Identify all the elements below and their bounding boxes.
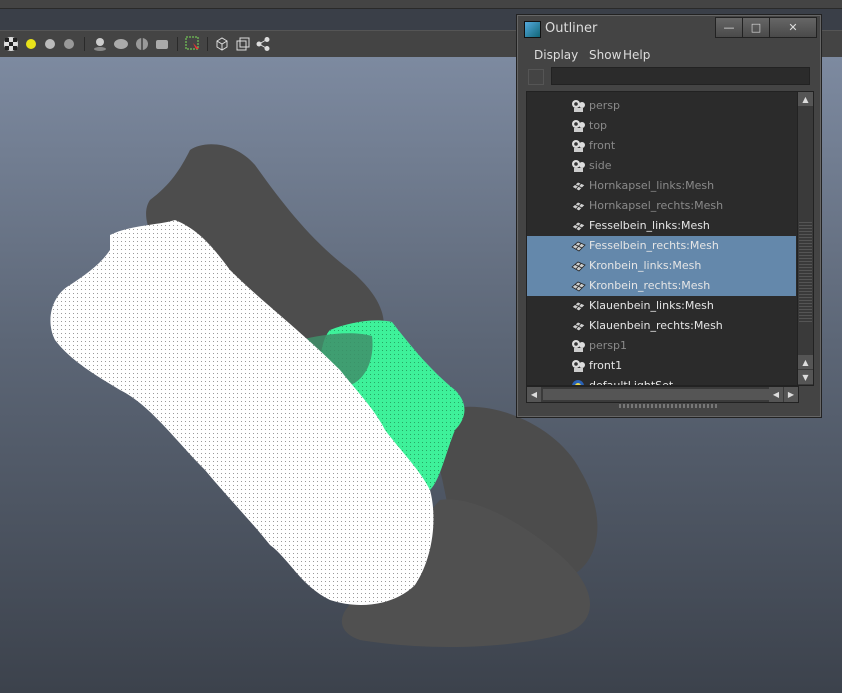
outliner-item-label: Klauenbein_links:Mesh [589, 299, 714, 312]
filter-icon[interactable] [528, 69, 544, 85]
outliner-item[interactable]: defaultLightSet [527, 376, 796, 386]
camera-icon [571, 339, 586, 353]
outliner-item-label: Kronbein_links:Mesh [589, 259, 702, 272]
outliner-item-label: Klauenbein_rechts:Mesh [589, 319, 723, 332]
mesh-icon [571, 219, 586, 233]
outliner-item-label: defaultLightSet [589, 379, 674, 386]
outliner-item-label: Kronbein_rechts:Mesh [589, 279, 711, 292]
maximize-button[interactable]: □ [742, 17, 770, 38]
scroll-down-arrow-top[interactable]: ▲ [798, 355, 813, 369]
scroll-down-button[interactable]: ▼ [798, 370, 813, 384]
camera-icon [571, 99, 586, 113]
outliner-item-label: Fesselbein_links:Mesh [589, 219, 710, 232]
camera-icon [571, 159, 586, 173]
outliner-window[interactable]: Outliner — □ ✕ Display Show Help persp to… [516, 14, 822, 418]
outliner-item[interactable]: Klauenbein_rechts:Mesh [527, 316, 796, 336]
outliner-item-label: persp1 [589, 339, 627, 352]
xray-active-icon[interactable] [255, 36, 271, 52]
outliner-item[interactable]: Kronbein_rechts:Mesh [527, 276, 796, 296]
filter-input[interactable] [551, 67, 810, 85]
checker-shading-icon[interactable] [3, 36, 19, 52]
outliner-item[interactable]: side [527, 156, 796, 176]
resize-grip[interactable] [619, 404, 719, 408]
xray-joints-icon[interactable] [235, 36, 251, 52]
outliner-title: Outliner [545, 21, 598, 36]
outliner-item[interactable]: top [527, 116, 796, 136]
outliner-item[interactable]: Klauenbein_links:Mesh [527, 296, 796, 316]
vertical-scrollbar[interactable]: ▲ ▲ ▼ [797, 91, 814, 386]
horizontal-scrollbar[interactable]: ◀ ◀ ▶ [526, 386, 799, 403]
outliner-item[interactable]: Hornkapsel_links:Mesh [527, 176, 796, 196]
outliner-menubar: Display Show Help [523, 45, 813, 65]
camera-icon [571, 359, 586, 373]
outliner-item-label: Fesselbein_rechts:Mesh [589, 239, 719, 252]
outliner-list[interactable]: persp top front side Hornkapsel_links:Mesh Ho… [526, 91, 799, 386]
mesh-icon [571, 179, 586, 193]
outliner-item[interactable]: front1 [527, 356, 796, 376]
default-light-icon[interactable] [23, 36, 39, 52]
camera-icon [571, 139, 586, 153]
menu-help[interactable]: Help [623, 48, 650, 62]
screen-ao-icon[interactable] [113, 36, 129, 52]
mesh-icon [571, 279, 586, 293]
scroll-thumb[interactable] [799, 222, 812, 322]
outliner-item[interactable]: persp [527, 96, 796, 116]
outliner-item[interactable]: front [527, 136, 796, 156]
outliner-titlebar[interactable]: Outliner — □ ✕ [517, 15, 821, 41]
menu-display[interactable]: Display [534, 48, 578, 62]
camera-icon [571, 119, 586, 133]
outliner-item-label: Hornkapsel_links:Mesh [589, 179, 715, 192]
shadows-icon[interactable] [92, 36, 108, 52]
outliner-item-label: front1 [589, 359, 623, 372]
mesh-icon [571, 199, 586, 213]
mesh-icon [571, 299, 586, 313]
minimize-button[interactable]: — [715, 17, 743, 38]
outliner-item[interactable]: Kronbein_links:Mesh [527, 256, 796, 276]
close-button[interactable]: ✕ [769, 17, 817, 38]
outliner-item-label: persp [589, 99, 620, 112]
scroll-left-button[interactable]: ◀ [527, 387, 541, 402]
outliner-filter-bar [525, 67, 814, 87]
outliner-item-label: front [589, 139, 616, 152]
outliner-item[interactable]: Hornkapsel_rechts:Mesh [527, 196, 796, 216]
menu-show[interactable]: Show [589, 48, 621, 62]
light-set-icon [571, 379, 586, 385]
outliner-item[interactable]: Fesselbein_rechts:Mesh [527, 236, 796, 256]
outliner-item-label: side [589, 159, 612, 172]
outliner-item-label: top [589, 119, 608, 132]
motion-blur-icon[interactable] [134, 36, 150, 52]
outliner-item-label: Hornkapsel_rechts:Mesh [589, 199, 724, 212]
scroll-left-button-2[interactable]: ◀ [769, 387, 783, 402]
mesh-icon [571, 239, 586, 253]
maya-app-icon [524, 21, 541, 38]
multisample-icon[interactable] [154, 36, 170, 52]
all-lights-icon[interactable] [61, 36, 77, 52]
mesh-icon [571, 259, 586, 273]
outliner-item[interactable]: persp1 [527, 336, 796, 356]
top-strip [0, 0, 842, 9]
isolate-select-icon[interactable] [185, 36, 201, 52]
hscroll-thumb[interactable] [543, 389, 769, 400]
scroll-up-button[interactable]: ▲ [798, 92, 813, 106]
outliner-item[interactable]: Fesselbein_links:Mesh [527, 216, 796, 236]
mesh-icon [571, 319, 586, 333]
xray-icon[interactable] [214, 36, 230, 52]
scroll-right-button[interactable]: ▶ [784, 387, 798, 402]
ambient-light-icon[interactable] [42, 36, 58, 52]
